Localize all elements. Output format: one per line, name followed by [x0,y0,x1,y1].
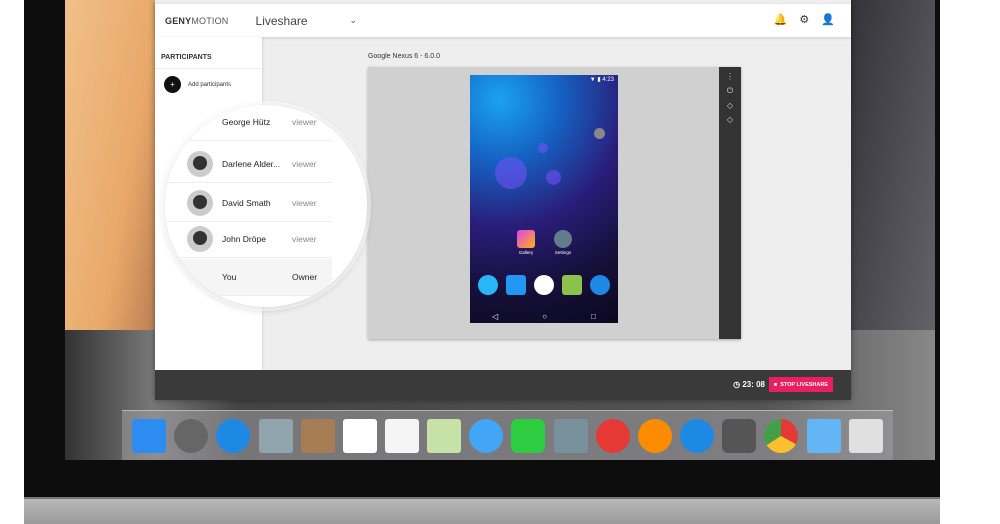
participant-name: David Smath [222,198,271,208]
power-icon[interactable]: ⏻ [727,86,733,96]
logo-text-light: MOTION [191,15,229,26]
system-preferences-icon[interactable] [722,418,757,453]
genymotion-logo: GENYMOTION [165,16,229,26]
browser-icon[interactable] [590,275,610,295]
add-participants-button[interactable]: + Add participants [155,69,262,100]
launchpad-icon[interactable] [174,418,209,453]
participants-heading: PARTICIPANTS [155,37,262,69]
calendar-icon[interactable] [342,418,377,453]
itunes-icon[interactable] [595,418,630,453]
page-title: Liveshare [255,13,308,28]
wallpaper-bubble [538,143,548,153]
recents-icon[interactable]: □ [591,312,596,321]
screen: GENYMOTION Liveshare ⌄ 🔔 ⚙ 👤 PARTICIPANT… [65,0,935,460]
phone-icon[interactable] [478,275,498,295]
device-title: Google Nexus 6 - 6.0.0 [368,53,440,60]
rotate-left-icon[interactable]: ◇ [727,101,733,110]
messaging-icon[interactable] [562,275,582,295]
bell-icon[interactable]: 🔔 [774,13,788,26]
list-item[interactable]: Darlene Alder... viewer [165,146,332,183]
mac-dock [122,410,893,460]
participant-name: John Dröpe [222,234,266,244]
list-item[interactable]: You Owner [165,259,332,296]
stop-liveshare-button[interactable]: ■ STOP LIVESHARE [768,377,833,392]
participants-magnifier: George Hütz viewer Darlene Alder... viewer… [165,105,367,307]
status-bar: ▼ ▮ 4:23 [589,77,614,83]
avatar [187,151,213,177]
participant-name: You [222,272,237,282]
avatar [187,226,213,252]
reminders-icon[interactable] [385,418,420,453]
home-icon[interactable]: ○ [542,312,547,321]
participant-role: viewer [292,234,317,244]
participant-role: viewer [292,117,317,127]
emulator: ▼ ▮ 4:23 Gallery Settings ◁ ○ □ ⋮ ⏻ ◇ ◇ [368,67,741,339]
app-settings[interactable]: Settings [550,230,576,255]
stop-label: STOP LIVESHARE [780,381,828,388]
android-screen[interactable]: ▼ ▮ 4:23 Gallery Settings ◁ ○ □ [470,75,618,323]
timer: ◷ 23: 08 [733,380,765,389]
touch-indicator [594,128,605,139]
contacts-icon[interactable] [506,275,526,295]
participant-role: viewer [292,159,317,169]
list-item[interactable]: John Dröpe viewer [165,221,332,258]
list-item[interactable]: George Hütz viewer [165,105,332,141]
participant-role: Owner [292,272,318,282]
trash-icon[interactable] [848,418,883,453]
app-label: Settings [554,250,572,255]
timer-value: 23: 08 [742,380,765,389]
chrome-icon[interactable] [764,418,799,453]
monitor-stand [24,497,940,524]
avatar [187,190,213,216]
rotate-right-icon[interactable]: ◇ [727,115,733,124]
app-label: Gallery [518,250,534,255]
clock: 4:23 [602,77,614,83]
logo-text: GENY [165,15,192,26]
maps-icon[interactable] [427,418,462,453]
wallpaper-bubble [495,157,527,189]
header: GENYMOTION Liveshare ⌄ 🔔 ⚙ 👤 [155,4,851,37]
downloads-folder-icon[interactable] [806,418,841,453]
more-icon[interactable]: ⋮ [726,72,734,81]
camera-icon: ■ [773,381,778,388]
chevron-down-icon[interactable]: ⌄ [350,15,358,26]
back-icon[interactable]: ◁ [492,312,498,321]
footer-bar: ◷ 23: 08 ■ STOP LIVESHARE [155,370,851,400]
finder-icon[interactable] [132,418,167,453]
contacts-icon[interactable] [300,418,335,453]
list-item[interactable]: David Smath viewer [165,185,332,222]
participant-role: viewer [292,198,317,208]
mail-icon[interactable] [258,418,293,453]
app-store-icon[interactable] [680,418,715,453]
messages-icon[interactable] [469,418,504,453]
person-icon[interactable]: 👤 [821,13,835,26]
ibooks-icon[interactable] [637,418,672,453]
safari-icon[interactable] [216,418,251,453]
participant-name: George Hütz [222,117,271,127]
emulator-toolbar: ⋮ ⏻ ◇ ◇ [719,67,741,339]
gear-icon[interactable]: ⚙ [799,13,809,26]
app-gallery[interactable]: Gallery [513,230,539,255]
wallpaper-bubble [546,170,561,185]
add-person-icon: + [164,76,181,93]
app-drawer-icon[interactable] [534,275,554,295]
add-participants-label: Add participants [188,81,232,88]
participant-name: Darlene Alder... [222,159,281,169]
photos-icon[interactable] [553,418,588,453]
facetime-icon[interactable] [511,418,546,453]
